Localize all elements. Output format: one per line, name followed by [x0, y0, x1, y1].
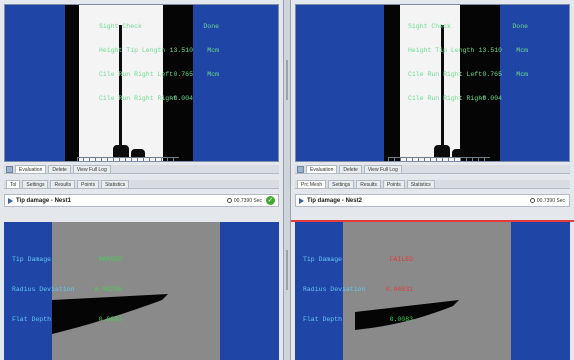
upper-camera-view[interactable]: Sight Check Done Height Tip Length 13.510 M…: [295, 4, 570, 162]
tab-delete[interactable]: Delete: [48, 165, 71, 173]
measurement-overlay: Sight Check Done Height Tip Length 13.510 M…: [99, 7, 219, 119]
tool-tab-strip: Tol Settings Results Points Statistics: [4, 180, 279, 189]
pin-base: [131, 149, 145, 157]
result-row: Tip Damage PASSED: [12, 256, 122, 263]
silhouette-band: [384, 5, 400, 161]
tab-settings[interactable]: Settings: [22, 180, 49, 188]
tab-prc-mesh[interactable]: Prc Mesh: [297, 180, 327, 188]
result-row: Tip Damage FAILED: [303, 256, 413, 263]
tool-title: Tip damage - Nest2: [307, 197, 362, 204]
overlay-row: Sight Check Done: [99, 23, 219, 30]
overlay-row: Sight Check Done: [408, 23, 528, 30]
overlay-row: Height Tip Length 13.510 Mcm: [99, 47, 219, 54]
inspection-image-view[interactable]: Tip Damage PASSED Radius Deviation 0.00236…: [4, 222, 279, 360]
execution-time: 00.7390 Sec: [233, 197, 262, 204]
right-inspection-pane: Sight Check Done Height Tip Length 13.510 M…: [291, 0, 574, 360]
tab-delete[interactable]: Delete: [339, 165, 362, 173]
tool-title-bar: Tip damage - Nest1 00.7390 Sec ✓: [4, 194, 279, 207]
result-row: Flat Depth 0.0083: [303, 316, 413, 323]
upper-camera-view[interactable]: Sight Check Done Height Tip Length 13.510 M…: [4, 4, 279, 162]
clock-icon: [226, 198, 232, 203]
clock-icon: [529, 198, 535, 203]
results-overlay: Tip Damage FAILED Radius Deviation 0.04831…: [303, 235, 413, 345]
overlay-row: Cile Run Right Left 0.765 Mcm: [99, 71, 219, 78]
tab-evaluation[interactable]: Evaluation: [306, 165, 338, 173]
result-row: Radius Deviation 0.00236: [12, 286, 122, 293]
tool-title: Tip damage - Nest1: [16, 197, 71, 204]
tab-settings[interactable]: Settings: [328, 180, 355, 188]
run-icon[interactable]: [299, 197, 304, 204]
tab-results[interactable]: Results: [356, 180, 381, 188]
grid-icon[interactable]: [6, 165, 13, 173]
tab-view-full-log[interactable]: View Full Log: [363, 165, 402, 173]
execution-time: 00.7390 Sec: [536, 197, 565, 204]
overlay-row: Cile Run Right Left 0.765 Mcm: [408, 71, 528, 78]
left-inspection-pane: Sight Check Done Height Tip Length 13.510 M…: [0, 0, 283, 360]
tab-tol[interactable]: Tol: [6, 180, 21, 188]
splitter[interactable]: [283, 0, 291, 360]
overlay-row: Height Tip Length 13.510 Mcm: [408, 47, 528, 54]
measurement-scale: [388, 157, 490, 161]
tab-points[interactable]: Points: [382, 180, 405, 188]
grid-icon[interactable]: [297, 165, 304, 173]
overlay-row: Cile Run Right Right -0.004: [408, 95, 502, 102]
tab-statistics[interactable]: Statistics: [406, 180, 435, 188]
pin-base: [452, 149, 464, 157]
tab-results[interactable]: Results: [50, 180, 76, 188]
tab-view-full-log[interactable]: View Full Log: [72, 165, 111, 173]
inspection-image-view[interactable]: Tip Damage FAILED Radius Deviation 0.04831…: [295, 222, 570, 360]
tab-statistics[interactable]: Statistics: [101, 180, 130, 188]
splitter-grip[interactable]: [286, 250, 288, 290]
result-row: Flat Depth 0.0083: [12, 316, 122, 323]
result-row: Radius Deviation 0.04831: [303, 286, 413, 293]
pin-base: [434, 145, 450, 157]
tab-points[interactable]: Points: [77, 180, 100, 188]
view-tab-strip: Evaluation Delete View Full Log: [295, 165, 570, 174]
tool-tab-strip: Prc Mesh Settings Results Points Statist…: [295, 180, 570, 189]
run-icon[interactable]: [8, 197, 13, 204]
pin-base: [113, 145, 129, 157]
check-circle-icon: ✓: [266, 196, 275, 205]
results-overlay: Tip Damage PASSED Radius Deviation 0.00236…: [12, 235, 122, 345]
measurement-overlay: Sight Check Done Height Tip Length 13.510 M…: [408, 7, 528, 119]
silhouette-band: [65, 5, 79, 161]
overlay-row: Cile Run Right Right -0.004: [99, 95, 193, 102]
view-tab-strip: Evaluation Delete View Full Log: [4, 165, 279, 174]
tool-title-bar: Tip damage - Nest2 00.7390 Sec: [295, 194, 570, 207]
tab-evaluation[interactable]: Evaluation: [15, 165, 47, 173]
splitter-grip[interactable]: [286, 60, 288, 100]
measurement-scale: [77, 157, 179, 161]
